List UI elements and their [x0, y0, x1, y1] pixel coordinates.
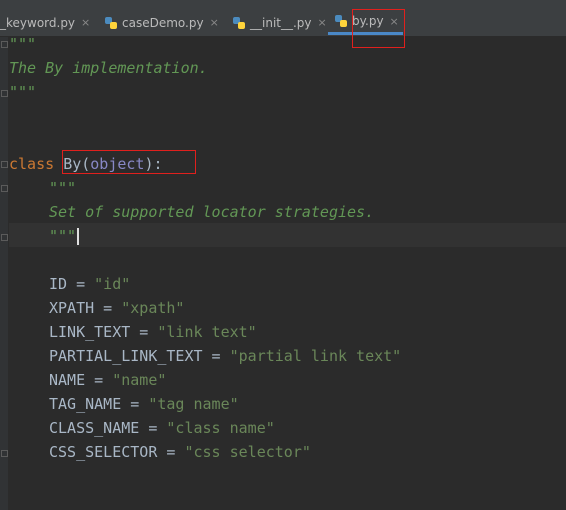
fold-marker[interactable] — [1, 234, 8, 241]
code-line: PARTIAL_LINK_TEXT = "partial link text" — [49, 347, 402, 365]
code-line: CLASS_NAME = "class name" — [49, 419, 275, 437]
fold-marker[interactable] — [1, 185, 8, 192]
fold-marker[interactable] — [1, 450, 8, 457]
code-line: Set of supported locator strategies. — [49, 203, 375, 221]
string-value: "partial link text" — [229, 347, 402, 365]
tab-label: __init__.py — [250, 15, 312, 30]
constant-name: NAME — [49, 371, 86, 389]
tab-label: by.py — [352, 14, 384, 28]
close-icon[interactable]: × — [210, 16, 219, 29]
code-line: NAME = "name" — [49, 371, 167, 389]
class-definition-line: class By(object): — [9, 152, 163, 176]
code-line: """ — [49, 224, 80, 248]
code-line: LINK_TEXT = "link text" — [49, 323, 257, 341]
code-line: """ — [9, 83, 37, 101]
constant-name: XPATH — [49, 299, 95, 317]
class-base: object — [90, 155, 145, 173]
string-value: "id" — [94, 275, 131, 293]
constant-name: TAG_NAME — [49, 395, 122, 413]
close-icon[interactable]: × — [318, 16, 327, 29]
code-line: The By implementation. — [9, 59, 208, 77]
python-file-icon — [232, 16, 246, 30]
code-line: XPATH = "xpath" — [49, 299, 185, 317]
constant-name: PARTIAL_LINK_TEXT — [49, 347, 203, 365]
editor-gutter — [0, 37, 8, 510]
string-value: "name" — [112, 371, 167, 389]
tab-casedemo[interactable]: caseDemo.py × — [104, 10, 219, 35]
class-end: ): — [144, 155, 163, 173]
close-icon[interactable]: × — [390, 15, 399, 28]
text-caret — [77, 228, 80, 245]
constant-name: CLASS_NAME — [49, 419, 140, 437]
fold-marker[interactable] — [1, 161, 8, 168]
close-icon[interactable]: × — [81, 16, 90, 29]
python-file-icon — [334, 14, 348, 28]
class-name: By( — [63, 155, 91, 173]
fold-marker[interactable] — [1, 90, 8, 97]
tab-init[interactable]: __init__.py × — [232, 10, 327, 35]
fold-marker[interactable] — [1, 41, 8, 48]
constant-name: ID — [49, 275, 68, 293]
string-value: "class name" — [166, 419, 275, 437]
python-file-icon — [104, 16, 118, 30]
code-line: """ — [49, 179, 77, 197]
tab-label: _keyword.py — [0, 15, 76, 30]
code-line: TAG_NAME = "tag name" — [49, 395, 239, 413]
code-line: """ — [9, 35, 37, 53]
string-value: "css selector" — [184, 443, 311, 461]
docstring-close: """ — [49, 227, 77, 245]
current-line-highlight — [9, 223, 566, 247]
editor-tab-bar: _keyword.py × caseDemo.py × __init__.py … — [0, 0, 566, 37]
constant-name: LINK_TEXT — [49, 323, 131, 341]
string-value: "link text" — [157, 323, 257, 341]
code-line: ID = "id" — [49, 275, 131, 293]
tab-label: caseDemo.py — [122, 15, 204, 30]
class-keyword: class — [9, 155, 55, 173]
string-value: "tag name" — [148, 395, 239, 413]
constant-name: CSS_SELECTOR — [49, 443, 158, 461]
string-value: "xpath" — [121, 299, 185, 317]
tab-by[interactable]: by.py × — [328, 10, 403, 35]
code-line: CSS_SELECTOR = "css selector" — [49, 443, 311, 461]
